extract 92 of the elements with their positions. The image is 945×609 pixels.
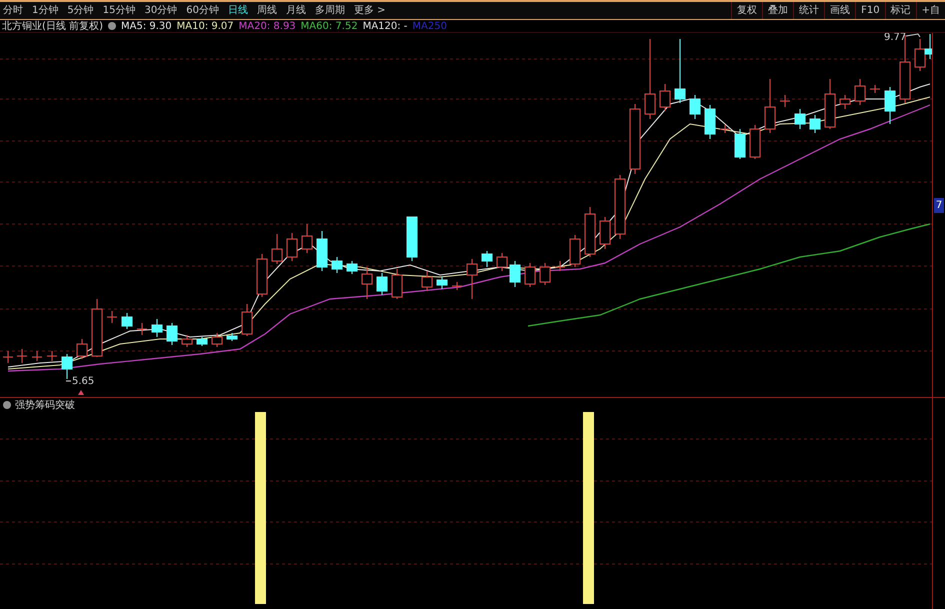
toolbar-button[interactable]: 复权	[731, 2, 762, 19]
candlestick	[554, 260, 566, 272]
candlestick	[630, 104, 640, 174]
candlestick	[406, 216, 418, 262]
candlestick	[734, 128, 746, 160]
ma-legend-label: MA5: 9.30	[120, 20, 172, 34]
toolbar-button[interactable]: 标记	[884, 2, 916, 19]
leader-line	[66, 380, 72, 382]
candlestick	[660, 84, 670, 112]
toolbar-button[interactable]: 统计	[793, 2, 824, 19]
candlestick	[106, 310, 118, 324]
candlestick	[152, 318, 162, 338]
candlestick	[510, 260, 520, 288]
candlestick	[286, 232, 298, 262]
candlestick	[810, 114, 820, 134]
candlestick	[704, 104, 716, 140]
candlestick	[226, 332, 238, 342]
candlestick	[780, 94, 790, 108]
toolbar-button[interactable]: 叠加	[762, 2, 794, 19]
candlestick	[16, 348, 28, 364]
candlestick	[436, 276, 448, 290]
toolbar-button[interactable]: +自	[916, 2, 945, 19]
candlestick	[182, 334, 192, 348]
toolbar-button[interactable]: F10	[855, 2, 885, 19]
period-tab[interactable]: 更多 >	[354, 3, 386, 18]
period-tab[interactable]: 30分钟	[144, 3, 178, 18]
candlestick	[840, 94, 850, 110]
toolbar-button[interactable]: 画线	[824, 2, 856, 19]
candlestick	[332, 256, 342, 274]
candlestick	[166, 322, 178, 346]
candlestick	[122, 312, 132, 330]
ma-legend-label: MA20: 8.93	[238, 20, 296, 34]
candlestick	[466, 258, 478, 300]
candlestick	[92, 298, 102, 358]
settings-icon[interactable]	[3, 401, 11, 409]
settings-icon[interactable]	[108, 22, 116, 30]
ma-legend-label: MA60: 7.52	[300, 20, 358, 34]
candlestick	[212, 332, 222, 348]
candlestick	[302, 224, 312, 254]
candlestick	[256, 254, 268, 298]
candlestick	[62, 354, 72, 380]
candlestick	[242, 304, 252, 336]
candlestick	[422, 270, 432, 292]
candlestick	[764, 78, 776, 134]
period-tab[interactable]: 60分钟	[186, 3, 219, 18]
ma-legend-label: MA10: 9.07	[176, 20, 234, 34]
candlestick	[600, 216, 610, 250]
period-tab[interactable]: 多周期	[314, 3, 345, 18]
low-price-label: 5.65	[72, 376, 94, 387]
leader-line	[906, 33, 920, 38]
candlestick	[524, 262, 536, 288]
period-tab[interactable]: 分时	[3, 3, 23, 18]
candlestick	[362, 266, 372, 300]
axis-price-label: 7	[934, 198, 944, 213]
candlestick	[750, 124, 760, 160]
indicator-title: 强势筹码突破	[15, 398, 75, 412]
candlestick	[482, 250, 492, 268]
candlestick	[690, 94, 700, 120]
candlestick	[824, 78, 836, 130]
candlestick	[496, 252, 508, 272]
candlestick	[46, 350, 58, 362]
candlestick	[794, 108, 806, 130]
candlestick	[196, 336, 208, 346]
period-tab[interactable]: 5分钟	[67, 3, 94, 18]
candlestick	[614, 174, 626, 240]
candlestick	[76, 338, 88, 360]
period-tab[interactable]: 1分钟	[32, 3, 58, 18]
candlestick	[540, 262, 550, 286]
stock-title: 北方铜业(日线 前复权)	[2, 20, 103, 34]
candlestick	[452, 282, 462, 290]
candlestick	[584, 206, 596, 258]
candlestick	[674, 38, 686, 104]
candlestick	[720, 124, 730, 134]
period-tab[interactable]: 日线	[228, 3, 248, 18]
candlestick	[346, 260, 358, 274]
candlestick	[136, 322, 148, 336]
triangle-marker-icon	[78, 390, 84, 395]
candlestick	[870, 84, 880, 94]
candlestick	[854, 78, 866, 106]
candlestick	[392, 268, 402, 300]
period-tab[interactable]: 周线	[256, 3, 277, 18]
ma-legend-label: MA250	[412, 20, 447, 34]
period-tab[interactable]: 月线	[286, 3, 306, 18]
candlestick	[570, 234, 580, 268]
candlestick	[2, 350, 14, 364]
ma-legend-label: MA120: -	[362, 20, 408, 34]
candlestick	[884, 86, 896, 124]
candlestick	[376, 272, 388, 296]
period-tab[interactable]: 15分钟	[102, 3, 136, 18]
candlestick	[316, 230, 328, 272]
candlestick	[272, 234, 282, 264]
candlestick	[32, 350, 42, 362]
